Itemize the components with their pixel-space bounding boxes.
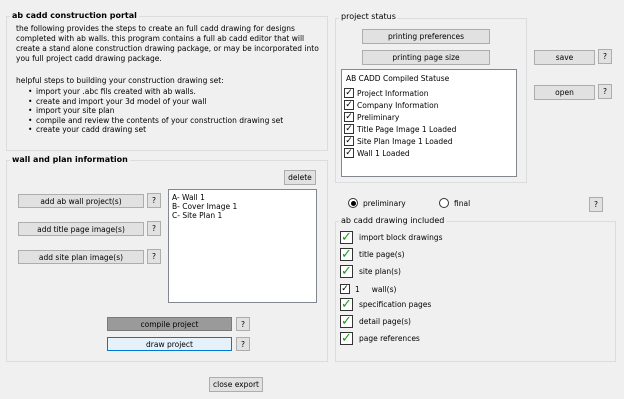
close-export-button[interactable]: close export <box>209 377 263 392</box>
steps-list: import your .abc fils created with ab wa… <box>26 87 322 135</box>
list-item[interactable]: B- Cover Image 1 <box>172 202 316 211</box>
checkmark-icon: ✓ <box>340 263 353 279</box>
open-help-button[interactable]: ? <box>598 84 612 99</box>
status-item-wall[interactable]: ✓ Wall 1 Loaded <box>344 148 410 158</box>
wall-count: 1 <box>355 284 360 294</box>
portal-description: the following provides the steps to crea… <box>16 24 319 63</box>
add-wall-help-button[interactable]: ? <box>147 193 161 208</box>
project-status-title: project status <box>339 12 398 21</box>
status-item-preliminary[interactable]: ✓ Preliminary <box>344 112 399 122</box>
compile-project-button[interactable]: compile project <box>107 317 232 331</box>
included-title-pages[interactable]: ✓ title page(s) <box>340 248 405 261</box>
checkbox-icon: ✓ <box>344 112 354 122</box>
checkbox-icon: ✓ <box>344 148 354 158</box>
add-site-plan-button[interactable]: add site plan image(s) <box>18 250 144 264</box>
included-walls[interactable]: ✓ 1 wall(s) <box>340 284 396 294</box>
status-item-label: Preliminary <box>357 112 400 122</box>
checkbox-icon: ✓ <box>344 88 354 98</box>
included-label: wall(s) <box>371 284 397 294</box>
wall-plan-title: wall and plan information <box>10 155 130 164</box>
step-item: create and import your 3d model of your … <box>28 97 322 107</box>
included-label: site plan(s) <box>359 267 401 276</box>
included-import-block-drawings[interactable]: ✓ import block drawings <box>340 231 443 244</box>
included-page-references[interactable]: ✓ page references <box>340 332 420 345</box>
preliminary-radio[interactable]: preliminary <box>348 198 406 208</box>
delete-button[interactable]: delete <box>284 170 316 185</box>
included-label: page references <box>359 334 420 343</box>
checkbox-icon: ✓ <box>344 124 354 134</box>
checkmark-icon: ✓ <box>340 229 353 245</box>
status-item-title-page[interactable]: ✓ Title Page Image 1 Loaded <box>344 124 456 134</box>
add-title-help-button[interactable]: ? <box>147 221 161 236</box>
add-title-page-button[interactable]: add title page image(s) <box>18 222 144 236</box>
status-item-label: Company Information <box>357 100 439 110</box>
step-item: create your cadd drawing set <box>28 125 322 135</box>
save-button[interactable]: save <box>534 50 595 65</box>
add-wall-project-button[interactable]: add ab wall project(s) <box>18 194 144 208</box>
included-title: ab cadd drawing included <box>339 216 447 225</box>
open-button[interactable]: open <box>534 85 595 100</box>
steps-heading: helpful steps to building your construct… <box>16 76 224 85</box>
checkbox-icon: ✓ <box>344 100 354 110</box>
step-item: import your .abc fils created with ab wa… <box>28 87 322 97</box>
status-item-label: Site Plan Image 1 Loaded <box>357 136 453 146</box>
included-label: detail page(s) <box>359 317 411 326</box>
add-site-help-button[interactable]: ? <box>147 249 161 264</box>
compile-help-button[interactable]: ? <box>236 317 250 331</box>
mode-help-button[interactable]: ? <box>589 197 603 212</box>
status-item-project-information[interactable]: ✓ Project Information <box>344 88 428 98</box>
final-radio[interactable]: final <box>439 198 470 208</box>
included-detail-pages[interactable]: ✓ detail page(s) <box>340 315 411 328</box>
step-item: compile and review the contents of your … <box>28 116 322 126</box>
status-item-site-plan[interactable]: ✓ Site Plan Image 1 Loaded <box>344 136 453 146</box>
included-label: import block drawings <box>359 233 443 242</box>
printing-page-size-button[interactable]: printing page size <box>362 50 490 65</box>
printing-preferences-button[interactable]: printing preferences <box>362 29 490 44</box>
project-items-list[interactable]: A- Wall 1 B- Cover Image 1 C- Site Plan … <box>168 189 317 303</box>
status-list-header: AB CADD Compiled Statuse <box>346 74 450 83</box>
save-help-button[interactable]: ? <box>598 49 612 64</box>
draw-project-button[interactable]: draw project <box>107 337 232 351</box>
checkmark-icon: ✓ <box>340 313 353 329</box>
radio-selected-icon <box>348 198 358 208</box>
draw-help-button[interactable]: ? <box>236 337 250 351</box>
status-item-label: Wall 1 Loaded <box>357 148 410 158</box>
checkbox-icon: ✓ <box>340 284 350 294</box>
list-item[interactable]: C- Site Plan 1 <box>172 211 316 220</box>
status-item-label: Project Information <box>357 88 429 98</box>
step-item: import your site plan <box>28 106 322 116</box>
status-item-label: Title Page Image 1 Loaded <box>357 124 457 134</box>
included-site-plans[interactable]: ✓ site plan(s) <box>340 265 401 278</box>
portal-title: ab cadd construction portal <box>10 11 139 20</box>
status-list: AB CADD Compiled Statuse ✓ Project Infor… <box>341 69 517 177</box>
included-label: title page(s) <box>359 250 405 259</box>
list-item[interactable]: A- Wall 1 <box>172 193 316 202</box>
included-specification-pages[interactable]: ✓ specification pages <box>340 298 431 311</box>
checkbox-icon: ✓ <box>344 136 354 146</box>
checkmark-icon: ✓ <box>340 296 353 312</box>
status-item-company-information[interactable]: ✓ Company Information <box>344 100 438 110</box>
radio-unselected-icon <box>439 198 449 208</box>
final-label: final <box>454 198 471 208</box>
checkmark-icon: ✓ <box>340 246 353 262</box>
checkmark-icon: ✓ <box>340 330 353 346</box>
preliminary-label: preliminary <box>363 198 406 208</box>
included-label: specification pages <box>359 300 432 309</box>
